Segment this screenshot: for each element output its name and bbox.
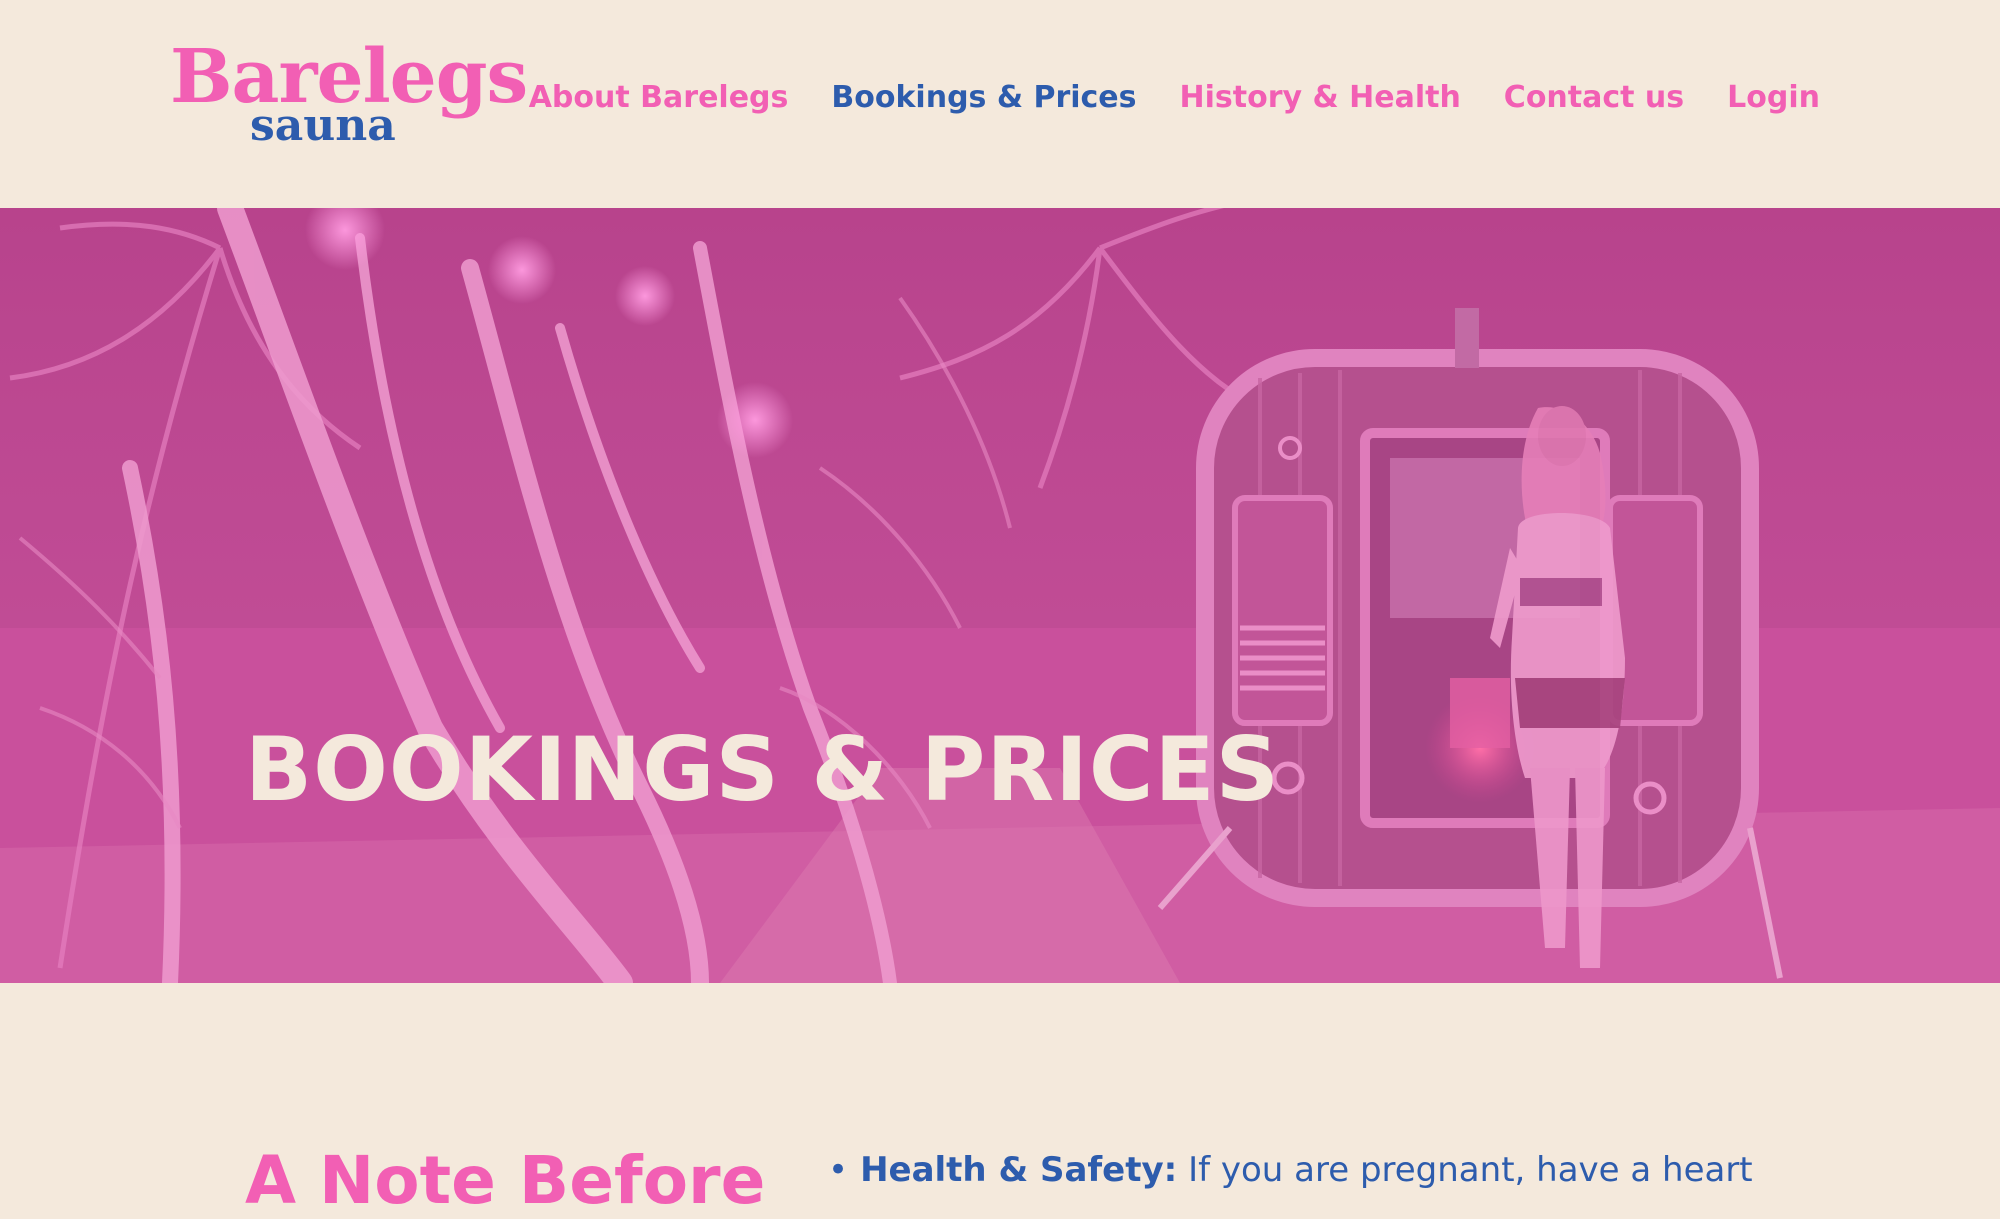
nav-login[interactable]: Login <box>1727 80 1820 116</box>
bullet-dot: • <box>828 1150 849 1190</box>
bullet-text: If you are pregnant, have a heart <box>1177 1150 1753 1190</box>
nav-about-barelegs[interactable]: About Barelegs <box>529 80 789 116</box>
site-header: Barelegs sauna About Barelegs Bookings &… <box>0 0 2000 208</box>
hero-title: BOOKINGS & PRICES <box>245 718 1280 821</box>
nav-history-health[interactable]: History & Health <box>1180 80 1461 116</box>
bullet-strong-label: Health & Safety: <box>860 1150 1178 1190</box>
barelegs-sauna-logo[interactable]: Barelegs sauna <box>170 40 528 151</box>
nav-bookings-prices[interactable]: Bookings & Prices <box>831 80 1136 116</box>
hero-banner: BOOKINGS & PRICES <box>0 208 2000 983</box>
hero-background-image <box>0 208 2000 983</box>
section-heading: A Note Before <box>245 1142 766 1219</box>
logo-subtitle: sauna <box>250 100 396 151</box>
list-item-health-safety: • Health & Safety: If you are pregnant, h… <box>828 1150 1753 1191</box>
nav-contact-us[interactable]: Contact us <box>1504 80 1684 116</box>
main-nav: About Barelegs Bookings & Prices History… <box>486 80 1820 116</box>
